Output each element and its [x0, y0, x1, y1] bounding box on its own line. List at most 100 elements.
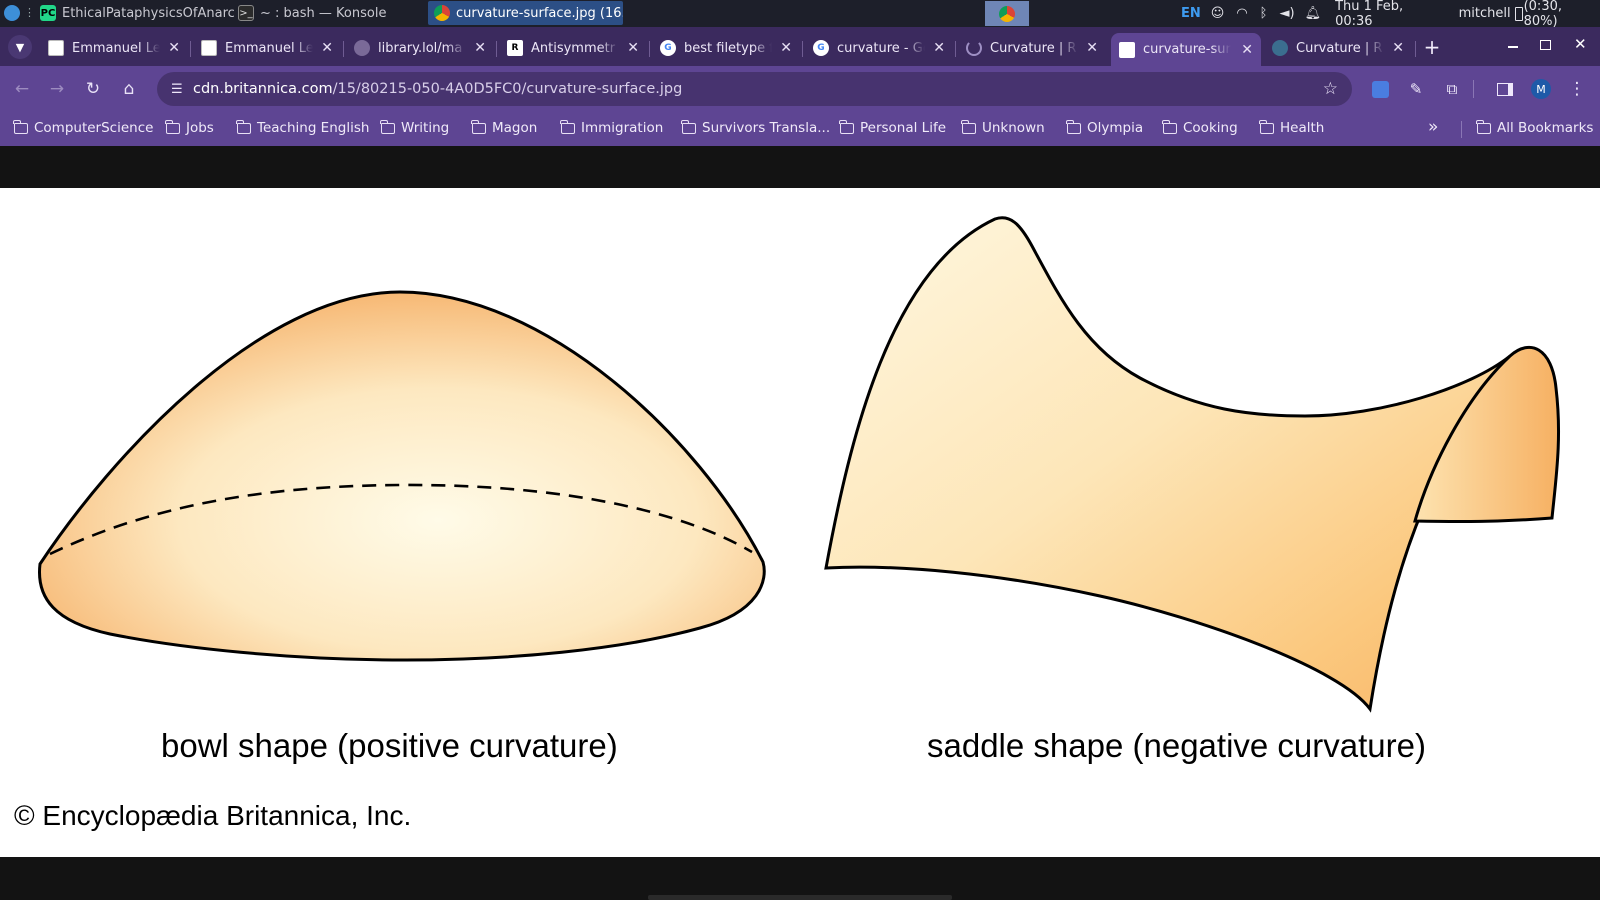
bowl-surface — [37, 290, 766, 662]
bookmark-folder-magon[interactable]: Magon — [471, 119, 537, 136]
close-tab-icon[interactable]: ✕ — [780, 40, 792, 56]
system-taskbar: ⋮ PC EthicalPataphysicsOfAnarc... >_ ~ :… — [0, 0, 1600, 29]
saddle-caption: saddle shape (negative curvature) — [927, 727, 1426, 764]
side-panel-icon[interactable] — [1493, 77, 1517, 101]
notifications-icon[interactable]: 🔔︎ — [1305, 6, 1322, 21]
folder-icon — [1259, 119, 1274, 134]
home-icon[interactable]: ⌂ — [117, 77, 141, 101]
close-tab-icon[interactable]: ✕ — [1241, 42, 1253, 58]
researchgate-favicon-icon: R — [507, 40, 523, 56]
tab-emmanuel-1[interactable]: Emmanuel Le ✕ — [40, 33, 188, 63]
close-window-icon[interactable]: ✕ — [1574, 35, 1587, 53]
tab-best-filetype[interactable]: G best filetype f ✕ — [652, 33, 800, 63]
close-tab-icon[interactable]: ✕ — [1392, 40, 1404, 56]
eyedropper-extension-icon[interactable]: ✎ — [1404, 77, 1428, 101]
browser-toolbar: ← → ↻ ⌂ ☰ cdn.britannica.com/15/80215-05… — [0, 66, 1600, 112]
doc-favicon-icon — [201, 40, 217, 56]
bookmark-folder-survivors[interactable]: Survivors Transla... — [681, 119, 830, 136]
folder-icon — [236, 119, 251, 134]
clock[interactable]: Thu 1 Feb, 00:36 — [1335, 0, 1445, 29]
url-host: cdn.britannica.com — [193, 81, 333, 97]
folder-icon — [165, 119, 180, 134]
bookmark-folder-teaching-english[interactable]: Teaching English — [236, 119, 369, 136]
bluetooth-icon[interactable]: ᛒ — [1260, 6, 1268, 21]
restore-window-icon[interactable] — [1540, 40, 1551, 50]
menu-kebab-icon[interactable]: ⋮ — [1565, 77, 1589, 101]
bookmark-folder-olympia[interactable]: Olympia — [1066, 119, 1143, 136]
tab-search-chevron-icon[interactable]: ▼ — [8, 35, 32, 59]
image-favicon-icon — [1119, 41, 1135, 58]
profile-avatar[interactable]: M — [1529, 77, 1553, 101]
minimize-window-icon[interactable] — [1508, 46, 1518, 48]
bookmark-folder-cooking[interactable]: Cooking — [1162, 119, 1238, 136]
username[interactable]: mitchell — [1459, 6, 1511, 21]
taskbar-window-chrome[interactable]: curvature-surface.jpg (16... — [428, 1, 623, 25]
folder-icon — [839, 119, 854, 134]
extensions-puzzle-icon[interactable]: ⧉ — [1440, 77, 1464, 101]
wifi-icon[interactable]: ◠ — [1236, 6, 1247, 21]
more-bookmarks-chevron-icon[interactable]: » — [1428, 117, 1438, 137]
tab-emmanuel-2[interactable]: Emmanuel Le ✕ — [193, 33, 341, 63]
bookmark-folder-personal-life[interactable]: Personal Life — [839, 119, 946, 136]
taskbar-window-konsole[interactable]: >_ ~ : bash — Konsole — [232, 1, 422, 25]
tab-curvature-surface-active[interactable]: curvature-sur ✕ — [1111, 33, 1261, 66]
folder-icon — [471, 119, 486, 134]
close-tab-icon[interactable]: ✕ — [321, 40, 333, 56]
address-bar[interactable]: ☰ cdn.britannica.com/15/80215-050-4A0D5F… — [157, 72, 1352, 106]
keyboard-layout[interactable]: EN — [1181, 6, 1201, 21]
scroll-indicator[interactable] — [648, 895, 952, 900]
terminal-icon: >_ — [238, 5, 254, 21]
image-viewer: bowl shape (positive curvature) saddle s… — [0, 146, 1600, 900]
bookmark-star-icon[interactable]: ☆ — [1323, 79, 1338, 99]
globe-favicon-icon — [354, 40, 370, 56]
translate-extension-icon[interactable] — [1368, 77, 1392, 101]
chrome-pinned-icon[interactable] — [985, 1, 1029, 26]
bookmark-folder-health[interactable]: Health — [1259, 119, 1324, 136]
close-tab-icon[interactable]: ✕ — [1086, 40, 1098, 56]
app-launcher-icon[interactable] — [4, 5, 20, 21]
close-tab-icon[interactable]: ✕ — [168, 40, 180, 56]
copyright-credit: © Encyclopædia Britannica, Inc. — [14, 800, 412, 831]
doc-favicon-icon — [48, 40, 64, 56]
bookmark-folder-jobs[interactable]: Jobs — [165, 119, 214, 136]
saddle-surface — [824, 216, 1561, 713]
pycharm-icon: PC — [40, 5, 56, 21]
bookmark-folder-unknown[interactable]: Unknown — [961, 119, 1045, 136]
battery-status[interactable]: (0:30, 80%) — [1524, 0, 1600, 29]
folder-icon — [1162, 119, 1177, 134]
loading-spinner-icon — [966, 40, 982, 56]
pager-icon[interactable]: ⋮ — [24, 6, 35, 20]
new-tab-plus-icon[interactable]: + — [1420, 35, 1444, 59]
folder-icon — [380, 119, 395, 134]
all-bookmarks-folder[interactable]: All Bookmarks — [1476, 119, 1593, 136]
tab-antisymmetric[interactable]: R Antisymmetr ✕ — [499, 33, 647, 63]
google-favicon-icon: G — [813, 40, 829, 56]
taskbar-window-pycharm[interactable]: PC EthicalPataphysicsOfAnarc... — [34, 1, 234, 25]
person-icon[interactable]: ☺ — [1211, 6, 1225, 21]
forward-arrow-icon[interactable]: → — [45, 77, 69, 101]
google-favicon-icon: G — [660, 40, 676, 56]
site-info-icon[interactable]: ☰ — [171, 82, 189, 97]
url-path: /15/80215-050-4A0D5FC0/curvature-surface… — [332, 81, 683, 97]
britannica-favicon-icon — [1272, 40, 1288, 56]
tab-curvature-google[interactable]: G curvature - Go ✕ — [805, 33, 953, 63]
close-tab-icon[interactable]: ✕ — [627, 40, 639, 56]
tab-curvature-loading[interactable]: Curvature | R ✕ — [958, 33, 1106, 63]
bookmark-folder-immigration[interactable]: Immigration — [560, 119, 663, 136]
close-tab-icon[interactable]: ✕ — [474, 40, 486, 56]
back-arrow-icon[interactable]: ← — [10, 77, 34, 101]
folder-icon — [1476, 119, 1491, 134]
battery-icon[interactable] — [1514, 6, 1523, 21]
close-tab-icon[interactable]: ✕ — [933, 40, 945, 56]
reload-icon[interactable]: ↻ — [81, 77, 105, 101]
bookmark-folder-writing[interactable]: Writing — [380, 119, 449, 136]
tab-library[interactable]: library.lol/ma ✕ — [346, 33, 494, 63]
chrome-icon — [434, 5, 450, 21]
curvature-surface-image[interactable]: bowl shape (positive curvature) saddle s… — [0, 188, 1600, 857]
system-tray: EN ☺ ◠ ᛒ ◄) 🔔︎ Thu 1 Feb, 00:36 mitchell… — [1181, 0, 1600, 29]
bookmark-folder-computerscience[interactable]: ComputerScience — [13, 119, 153, 136]
tab-curvature-britannica[interactable]: Curvature | R ✕ — [1264, 33, 1412, 63]
volume-icon[interactable]: ◄) — [1279, 6, 1294, 21]
bookmarks-bar: ComputerScience Jobs Teaching English Wr… — [0, 112, 1600, 146]
folder-icon — [1066, 119, 1081, 134]
